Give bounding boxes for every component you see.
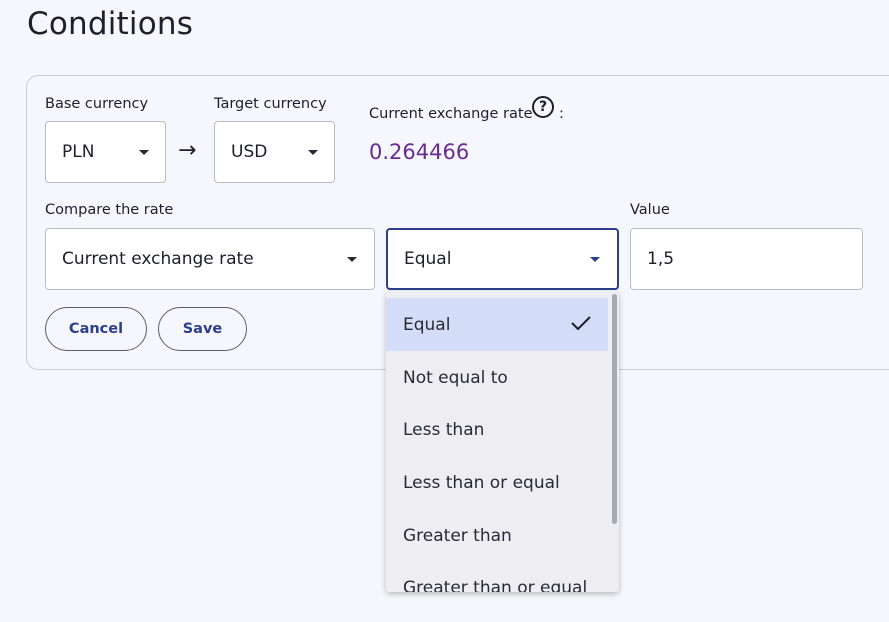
check-icon [571,316,591,331]
operator-option-greater-than[interactable]: Greater than [386,509,608,562]
exchange-rate-value: 0.264466 [369,140,470,164]
option-label: Equal [403,314,451,335]
chevron-down-icon [139,150,149,155]
dropdown-scrollbar[interactable] [612,294,617,524]
operator-value: Equal [404,249,452,269]
option-label: Less than [403,419,485,440]
exchange-rate-colon: : [559,106,564,122]
operator-dropdown-menu: Equal Not equal to Less than Less than o… [386,291,619,592]
page-title: Conditions [27,6,194,42]
target-currency-label: Target currency [214,96,327,112]
option-label: Not equal to [403,367,508,388]
base-currency-label: Base currency [45,96,149,112]
operator-option-less-than[interactable]: Less than [386,403,608,456]
target-currency-select[interactable]: USD [214,121,335,183]
base-currency-select[interactable]: PLN [45,121,166,183]
operator-option-equal[interactable]: Equal [386,298,608,351]
target-currency-value: USD [231,142,268,162]
compare-rate-select[interactable]: Current exchange rate [45,228,375,290]
chevron-down-icon [308,150,318,155]
option-label: Greater than or equal [403,577,588,593]
save-button[interactable]: Save [158,307,247,351]
operator-option-not-equal[interactable]: Not equal to [386,351,608,404]
arrow-right-icon: → [178,138,197,163]
operator-select[interactable]: Equal [386,228,619,290]
chevron-down-icon [347,257,357,262]
exchange-rate-label: Current exchange rate [369,106,533,122]
operator-option-greater-than-or-equal[interactable]: Greater than or equal [386,561,608,593]
base-currency-value: PLN [62,142,95,162]
help-icon[interactable]: ? [532,96,554,118]
compare-rate-label: Compare the rate [45,202,174,218]
value-input[interactable]: 1,5 [630,228,863,290]
chevron-down-icon [590,257,600,262]
compare-rate-value: Current exchange rate [62,249,254,269]
cancel-button[interactable]: Cancel [45,307,147,351]
value-input-text: 1,5 [647,249,675,269]
option-label: Greater than [403,525,512,546]
value-label: Value [630,202,670,218]
option-label: Less than or equal [403,472,560,493]
operator-option-less-than-or-equal[interactable]: Less than or equal [386,456,608,509]
